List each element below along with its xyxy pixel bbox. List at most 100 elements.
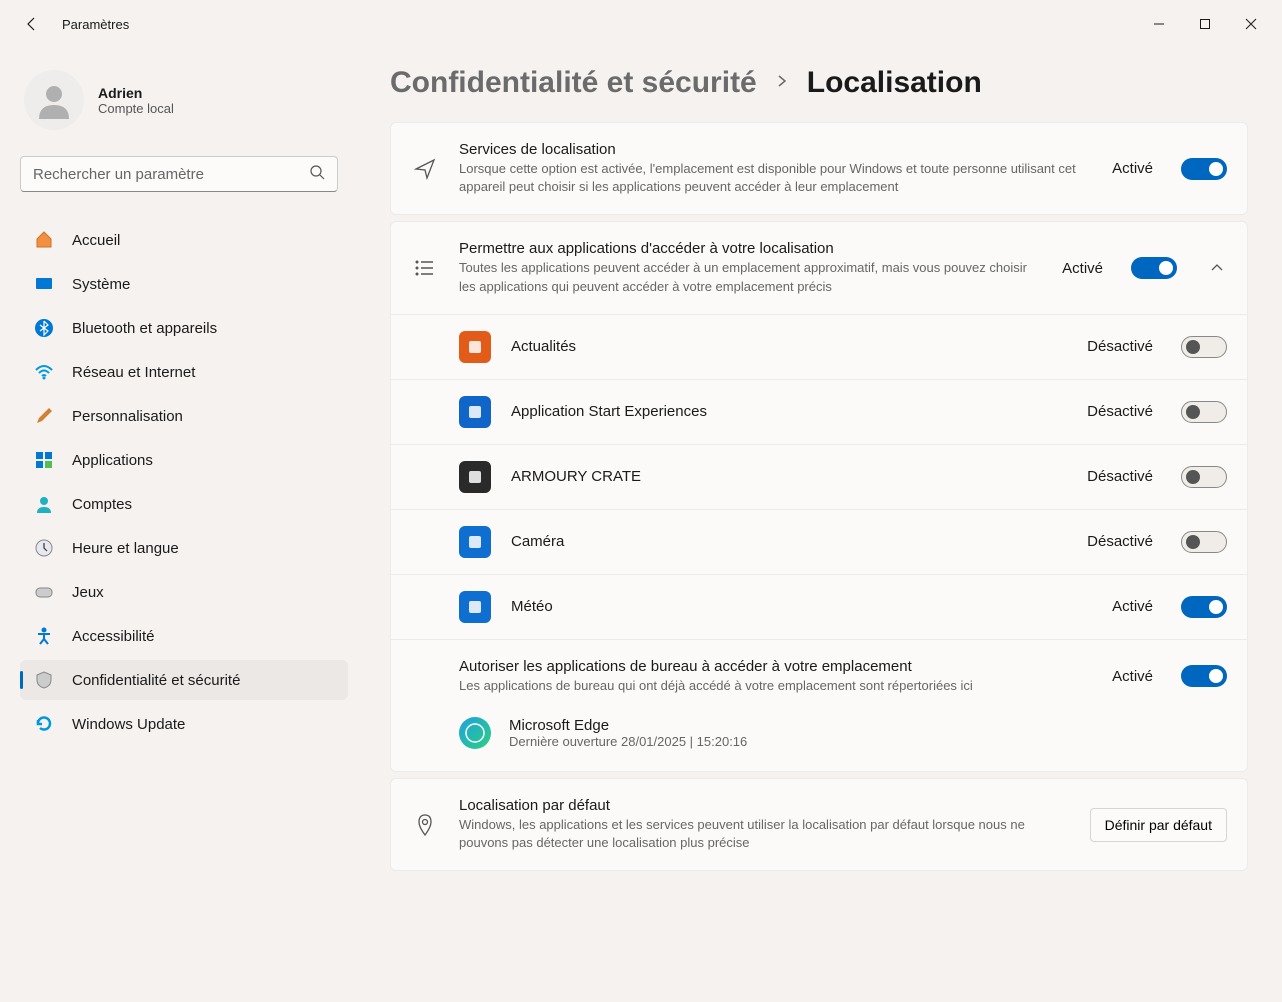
nav-bluetooth[interactable]: Bluetooth et appareils [20, 308, 348, 348]
app-status: Désactivé [1087, 533, 1153, 550]
app-name: Actualités [511, 338, 1067, 355]
app-name: Application Start Experiences [511, 403, 1067, 420]
nav-label: Réseau et Internet [72, 364, 195, 381]
location-services-toggle[interactable] [1181, 158, 1227, 180]
set-default-button[interactable]: Définir par défaut [1090, 808, 1227, 842]
maximize-button[interactable] [1182, 8, 1228, 40]
nav-label: Accessibilité [72, 628, 155, 645]
card-title: Services de localisation [459, 141, 1092, 158]
desktop-apps-toggle[interactable] [1181, 665, 1227, 687]
sidebar: Adrien Compte local Accueil Système Blu [0, 48, 360, 1002]
nav-label: Confidentialité et sécurité [72, 672, 240, 689]
nav-label: Windows Update [72, 716, 185, 733]
app-toggle[interactable] [1181, 531, 1227, 553]
profile[interactable]: Adrien Compte local [20, 56, 348, 156]
nav-label: Système [72, 276, 130, 293]
app-row: Météo Activé [391, 574, 1247, 639]
app-toggle[interactable] [1181, 401, 1227, 423]
app-row: ARMOURY CRATE Désactivé [391, 444, 1247, 509]
breadcrumb: Confidentialité et sécurité Localisation [390, 66, 1248, 100]
nav-label: Jeux [72, 584, 104, 601]
profile-subtitle: Compte local [98, 101, 174, 116]
default-location-card: Localisation par défaut Windows, les app… [390, 778, 1248, 871]
location-services-card: Services de localisation Lorsque cette o… [390, 122, 1248, 215]
desktop-app-row: Microsoft Edge Dernière ouverture 28/01/… [459, 713, 1227, 753]
gamepad-icon [34, 582, 54, 602]
chevron-right-icon [775, 74, 789, 93]
minimize-button[interactable] [1136, 8, 1182, 40]
app-name: Caméra [511, 533, 1067, 550]
nav-accounts[interactable]: Comptes [20, 484, 348, 524]
app-status: Désactivé [1087, 468, 1153, 485]
location-arrow-icon [411, 157, 439, 181]
app-title: Paramètres [62, 17, 129, 32]
toggle-status: Activé [1112, 668, 1153, 685]
nav-label: Personnalisation [72, 408, 183, 425]
nav-label: Bluetooth et appareils [72, 320, 217, 337]
brush-icon [34, 406, 54, 426]
system-icon [34, 274, 54, 294]
app-toggle[interactable] [1181, 336, 1227, 358]
card-title: Permettre aux applications d'accéder à v… [459, 240, 1042, 257]
edge-icon [459, 717, 491, 749]
card-desc: Lorsque cette option est activée, l'empl… [459, 160, 1092, 196]
nav-time-language[interactable]: Heure et langue [20, 528, 348, 568]
app-row: Application Start Experiences Désactivé [391, 379, 1247, 444]
allow-apps-toggle[interactable] [1131, 257, 1177, 279]
nav-label: Applications [72, 452, 153, 469]
app-icon [459, 396, 491, 428]
nav-system[interactable]: Système [20, 264, 348, 304]
list-icon [411, 256, 439, 280]
chevron-up-icon[interactable] [1207, 261, 1227, 275]
titlebar: Paramètres [0, 0, 1282, 48]
app-row: Actualités Désactivé [391, 314, 1247, 379]
desktop-app-sub: Dernière ouverture 28/01/2025 | 15:20:16 [509, 734, 747, 749]
nav-update[interactable]: Windows Update [20, 704, 348, 744]
nav-label: Heure et langue [72, 540, 179, 557]
breadcrumb-parent[interactable]: Confidentialité et sécurité [390, 66, 757, 100]
nav-list: Accueil Système Bluetooth et appareils R… [20, 220, 348, 744]
app-icon [459, 331, 491, 363]
nav-privacy[interactable]: Confidentialité et sécurité [20, 660, 348, 700]
app-status: Activé [1112, 598, 1153, 615]
toggle-status: Activé [1062, 260, 1103, 277]
close-button[interactable] [1228, 8, 1274, 40]
map-pin-icon [411, 813, 439, 837]
bluetooth-icon [34, 318, 54, 338]
back-button[interactable] [22, 14, 42, 34]
app-toggle[interactable] [1181, 596, 1227, 618]
app-list: Actualités Désactivé Application Start E… [391, 314, 1247, 639]
card-desc: Windows, les applications et les service… [459, 816, 1070, 852]
person-icon [34, 494, 54, 514]
update-icon [34, 714, 54, 734]
app-status: Désactivé [1087, 338, 1153, 355]
card-title: Autoriser les applications de bureau à a… [459, 658, 1092, 675]
desktop-app-name: Microsoft Edge [509, 717, 747, 734]
app-status: Désactivé [1087, 403, 1153, 420]
search-input[interactable] [20, 156, 338, 192]
nav-network[interactable]: Réseau et Internet [20, 352, 348, 392]
app-row: Caméra Désactivé [391, 509, 1247, 574]
nav-gaming[interactable]: Jeux [20, 572, 348, 612]
app-icon [459, 461, 491, 493]
app-icon [459, 526, 491, 558]
allow-apps-card: Permettre aux applications d'accéder à v… [390, 221, 1248, 772]
home-icon [34, 230, 54, 250]
toggle-status: Activé [1112, 160, 1153, 177]
nav-label: Accueil [72, 232, 120, 249]
profile-name: Adrien [98, 85, 174, 101]
main-content: Confidentialité et sécurité Localisation… [360, 48, 1282, 1002]
app-name: ARMOURY CRATE [511, 468, 1067, 485]
shield-icon [34, 670, 54, 690]
desktop-apps-section: Autoriser les applications de bureau à a… [391, 639, 1247, 771]
card-title: Localisation par défaut [459, 797, 1070, 814]
app-toggle[interactable] [1181, 466, 1227, 488]
accessibility-icon [34, 626, 54, 646]
nav-personalization[interactable]: Personnalisation [20, 396, 348, 436]
nav-applications[interactable]: Applications [20, 440, 348, 480]
avatar [24, 70, 84, 130]
card-desc: Toutes les applications peuvent accéder … [459, 259, 1042, 295]
nav-home[interactable]: Accueil [20, 220, 348, 260]
nav-accessibility[interactable]: Accessibilité [20, 616, 348, 656]
nav-label: Comptes [72, 496, 132, 513]
